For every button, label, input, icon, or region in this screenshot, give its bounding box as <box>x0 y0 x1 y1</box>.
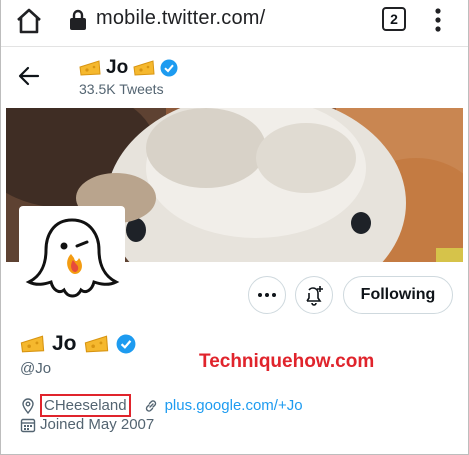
lock-icon[interactable] <box>69 9 87 31</box>
home-icon[interactable] <box>15 8 43 34</box>
header-name-text: Jo <box>106 57 129 78</box>
profile-meta-row: Joined May 2007 <box>20 416 154 433</box>
more-icon <box>258 293 276 297</box>
link-icon <box>145 399 156 412</box>
verified-icon <box>160 59 178 77</box>
tab-switcher-button[interactable]: 2 <box>382 7 406 31</box>
watermark-text: Techniquehow.com <box>199 351 375 372</box>
location-icon <box>22 397 34 414</box>
profile-header-bar: Jo 33.5K Tweets <box>1 47 468 107</box>
kebab-icon[interactable] <box>433 8 443 32</box>
avatar[interactable] <box>19 206 125 310</box>
cheese-icon <box>20 335 45 353</box>
verified-icon <box>116 334 135 354</box>
more-options-button[interactable] <box>248 276 286 314</box>
url-field[interactable]: mobile.twitter.com/ <box>96 7 265 30</box>
cheese-icon <box>79 60 101 76</box>
browser-toolbar: mobile.twitter.com/ 2 <box>1 0 468 47</box>
back-icon[interactable] <box>18 65 40 87</box>
profile-meta-row: CHeeseland plus.google.com/+Jo <box>20 394 303 417</box>
ghost-avatar-image <box>25 218 120 298</box>
tweet-count: 33.5K Tweets <box>79 81 164 97</box>
header-title: Jo <box>79 57 178 79</box>
notifications-button[interactable] <box>295 276 333 314</box>
profile-display-name: Jo <box>20 332 136 356</box>
profile-website-link[interactable]: plus.google.com/+Jo <box>165 397 303 414</box>
following-button[interactable]: Following <box>343 276 453 314</box>
cheese-icon <box>133 60 155 76</box>
cheese-icon <box>84 335 108 353</box>
calendar-icon <box>20 418 36 432</box>
profile-name-text: Jo <box>52 332 77 355</box>
profile-joined-date: Joined May 2007 <box>40 416 155 433</box>
profile-location: CHeeseland <box>40 394 131 417</box>
profile-handle: @Jo <box>20 360 52 377</box>
bell-plus-icon <box>306 286 323 306</box>
